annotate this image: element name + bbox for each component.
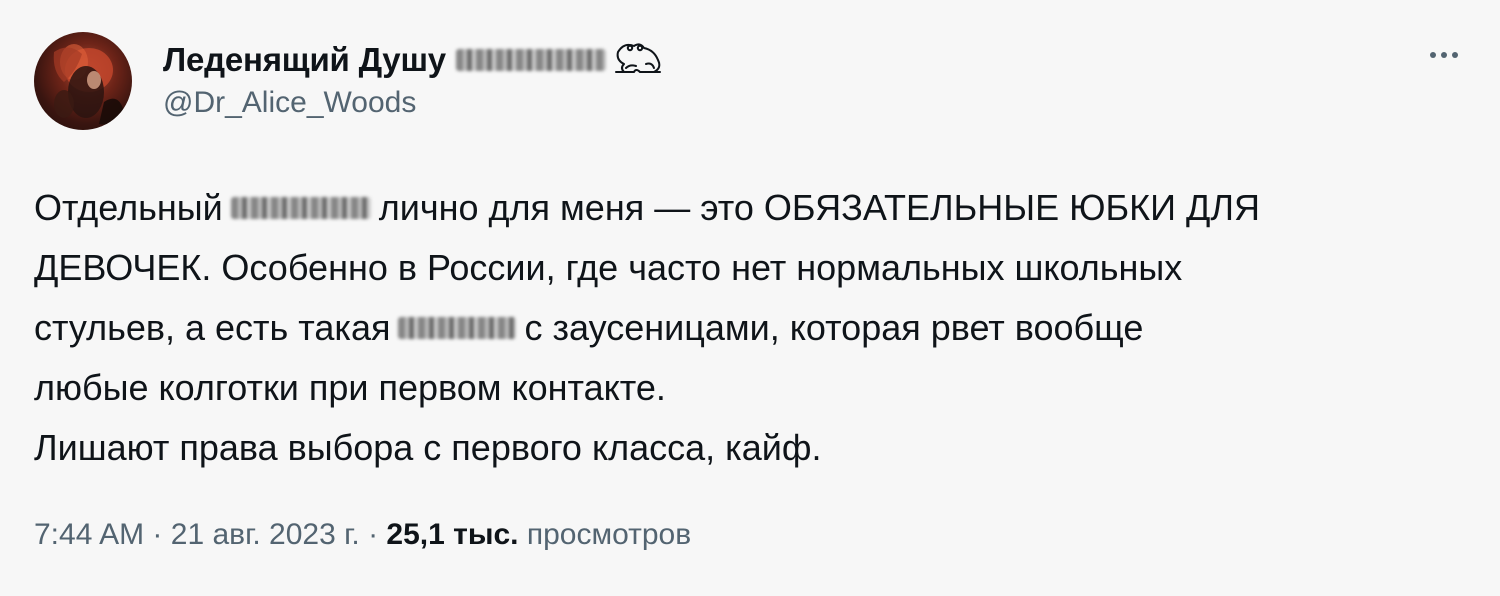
- tweet-card: Леденящий Душу @Dr_Alice_Woods Отдельный: [0, 0, 1500, 596]
- avatar-image: [53, 44, 124, 125]
- tweet-line: стульев, а есть такая с заусеницами, кото…: [34, 307, 1144, 348]
- author-display-name[interactable]: Леденящий Душу: [163, 41, 446, 79]
- tweet-line: Лишают права выбора с первого класса, ка…: [34, 427, 822, 468]
- more-dot-icon: [1430, 52, 1436, 58]
- tweet-date[interactable]: 21 авг. 2023 г.: [171, 518, 360, 551]
- more-dot-icon: [1452, 52, 1458, 58]
- more-dot-icon: [1441, 52, 1447, 58]
- tweet-line: Отдельный личнo для меня — это ОБЯЗАТЕЛЬН…: [34, 187, 1261, 228]
- tweet-line: ДЕВОЧЕК. Особенно в России, где часто не…: [34, 247, 1183, 288]
- author-handle[interactable]: @Dr_Alice_Woods: [163, 86, 416, 120]
- views-label: просмотров: [526, 518, 692, 551]
- meta-separator: ·: [368, 518, 379, 551]
- redacted-text: [455, 49, 606, 71]
- tweet-meta: 7:44 AM · 21 авг. 2023 г. · 25,1 тыс. пр…: [34, 518, 691, 552]
- views-count: 25,1 тыс.: [386, 518, 519, 551]
- redacted-text: [398, 317, 517, 340]
- meta-separator: ·: [152, 518, 163, 551]
- author-name-row[interactable]: Леденящий Душу: [163, 38, 664, 82]
- avatar[interactable]: [34, 32, 132, 130]
- redacted-text: [230, 197, 371, 220]
- tweet-line: любые колготки при первом контакте.: [34, 367, 666, 408]
- frog-icon: [610, 38, 664, 83]
- tweet-time[interactable]: 7:44 AM: [34, 518, 144, 551]
- more-options-button[interactable]: [1422, 40, 1466, 70]
- tweet-text: Отдельный личнo для меня — это ОБЯЗАТЕЛЬН…: [34, 178, 1464, 478]
